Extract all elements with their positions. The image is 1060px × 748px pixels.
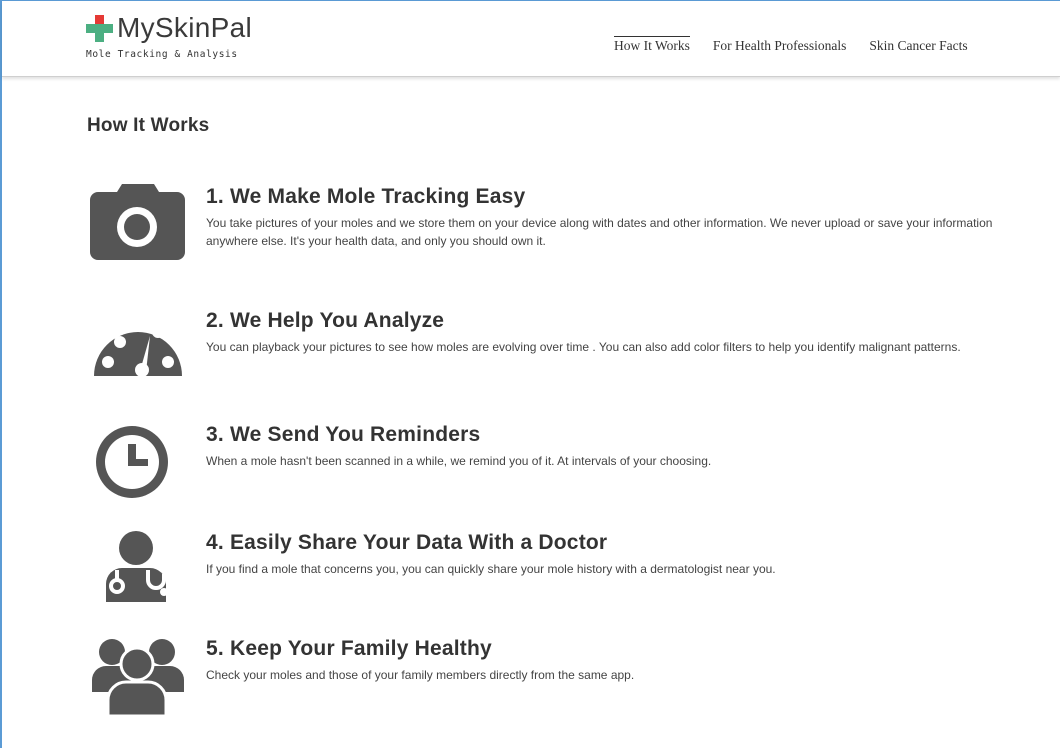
feature-heading: 2. We Help You Analyze <box>206 309 445 332</box>
site-logo[interactable]: MySkinPal Mole Tracking & Analysis <box>86 12 286 63</box>
doctor-icon <box>106 531 168 602</box>
clock-icon <box>96 426 168 498</box>
brand-tagline: Mole Tracking & Analysis <box>86 49 238 60</box>
site-header: MySkinPal Mole Tracking & Analysis How I… <box>2 1 1060 77</box>
nav-how-it-works[interactable]: How It Works <box>614 36 690 54</box>
feature-text: 2. We Help You Analyze You can playback … <box>206 308 1026 356</box>
gauge-icon <box>94 320 182 377</box>
page-title: How It Works <box>87 115 210 136</box>
feature-description: Check your moles and those of your famil… <box>206 668 635 682</box>
family-icon <box>92 639 184 716</box>
brand-name: MySkinPal <box>117 12 252 43</box>
feature-heading: 1. We Make Mole Tracking Easy <box>206 185 526 208</box>
feature-text: 3. We Send You Reminders When a mole has… <box>206 422 1026 470</box>
feature-description: You can playback your pictures to see ho… <box>206 340 961 354</box>
feature-description: You take pictures of your moles and we s… <box>206 216 993 248</box>
feature-text: 4. Easily Share Your Data With a Doctor … <box>206 530 1026 578</box>
medical-cross-icon <box>86 15 113 42</box>
feature-description: If you find a mole that concerns you, yo… <box>206 562 776 576</box>
main-nav: How It Works For Health Professionals Sk… <box>614 36 968 54</box>
feature-heading: 4. Easily Share Your Data With a Doctor <box>206 531 608 554</box>
feature-heading: 3. We Send You Reminders <box>206 423 481 446</box>
feature-description: When a mole hasn't been scanned in a whi… <box>206 454 712 468</box>
nav-skin-cancer-facts[interactable]: Skin Cancer Facts <box>869 36 967 54</box>
feature-heading: 5. Keep Your Family Healthy <box>206 637 492 660</box>
feature-text: 1. We Make Mole Tracking Easy You take p… <box>206 184 1026 250</box>
feature-text: 5. Keep Your Family Healthy Check your m… <box>206 636 1026 684</box>
camera-icon <box>90 184 185 260</box>
nav-for-health-professionals[interactable]: For Health Professionals <box>713 36 846 54</box>
